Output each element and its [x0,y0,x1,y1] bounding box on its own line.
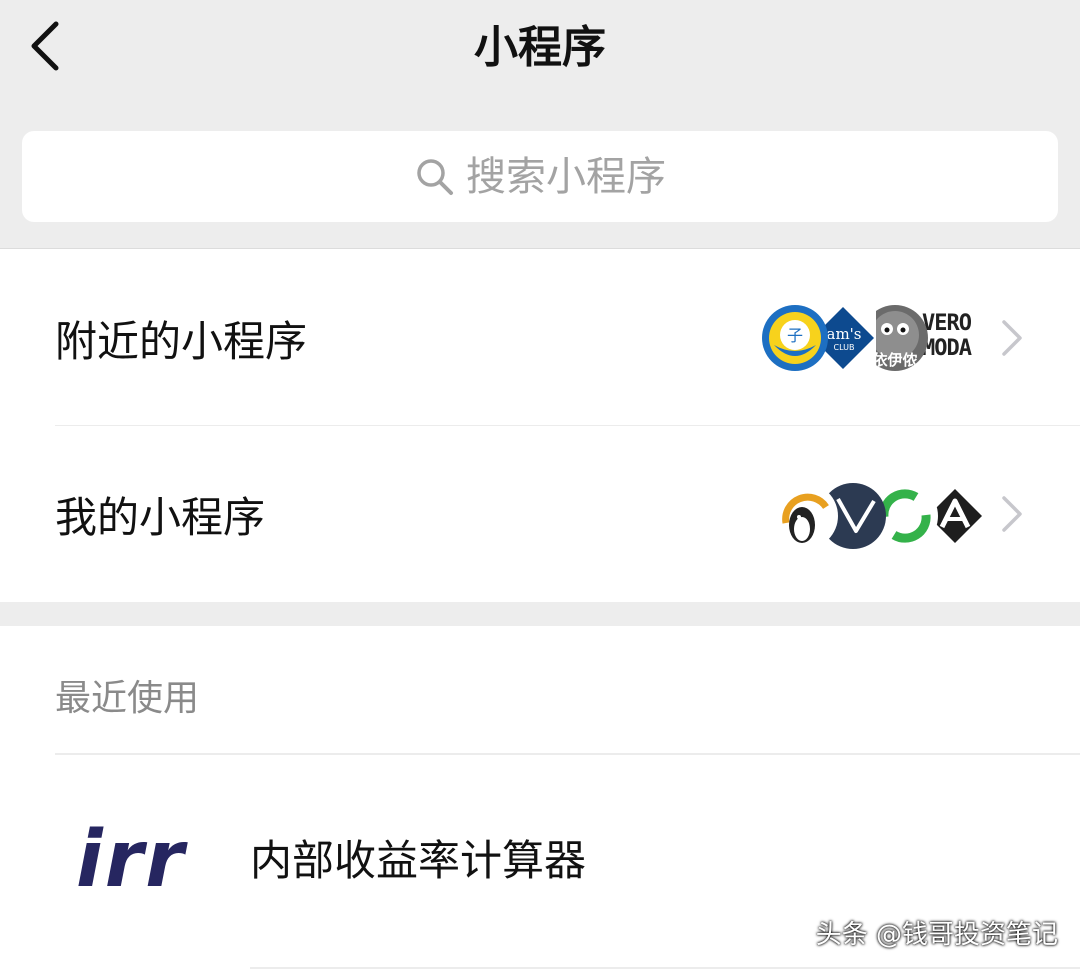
top-bar: 小程序 搜索小程序 [0,0,1080,249]
section-gap [0,602,1080,626]
vero-moda-line2: MODA [922,336,972,361]
recent-item-divider [250,967,1080,969]
search-icon [414,156,456,198]
search-placeholder: 搜索小程序 [466,153,666,200]
sams-club-subtext: CLUB [834,343,855,352]
irr-logo: irr [76,815,186,905]
my-mini-programs-row[interactable]: 我的小程序 [0,426,1080,602]
my-logo-cluster [772,483,988,549]
recent-section-header: 最近使用 [55,678,200,719]
my-mini-programs-label: 我的小程序 [55,492,266,542]
nearby-mini-programs-label: 附近的小程序 [55,316,308,366]
svg-text:子: 子 [787,326,803,345]
vero-moda-line1: VERO [922,311,972,336]
page-title: 小程序 [474,22,606,73]
vero-moda-logo: VERO MODA [922,311,972,361]
child-emblem-logo: 子 [762,305,828,371]
chevron-right-icon [992,494,1032,534]
character-logo-text: 依伊侬 [872,351,918,369]
nearby-mini-programs-row[interactable]: 附近的小程序 子 am's CLUB 依伊侬 VERO MODA [0,250,1080,426]
sams-club-text: am's [827,325,862,343]
search-input[interactable]: 搜索小程序 [22,131,1058,222]
recent-item-name: 内部收益率计算器 [250,836,587,885]
nearby-logo-cluster: 子 am's CLUB 依伊侬 VERO MODA [762,305,980,371]
watermark: 头条 @钱哥投资笔记 [815,920,1058,950]
chevron-right-icon [992,318,1032,358]
penguin-logo [772,483,838,549]
